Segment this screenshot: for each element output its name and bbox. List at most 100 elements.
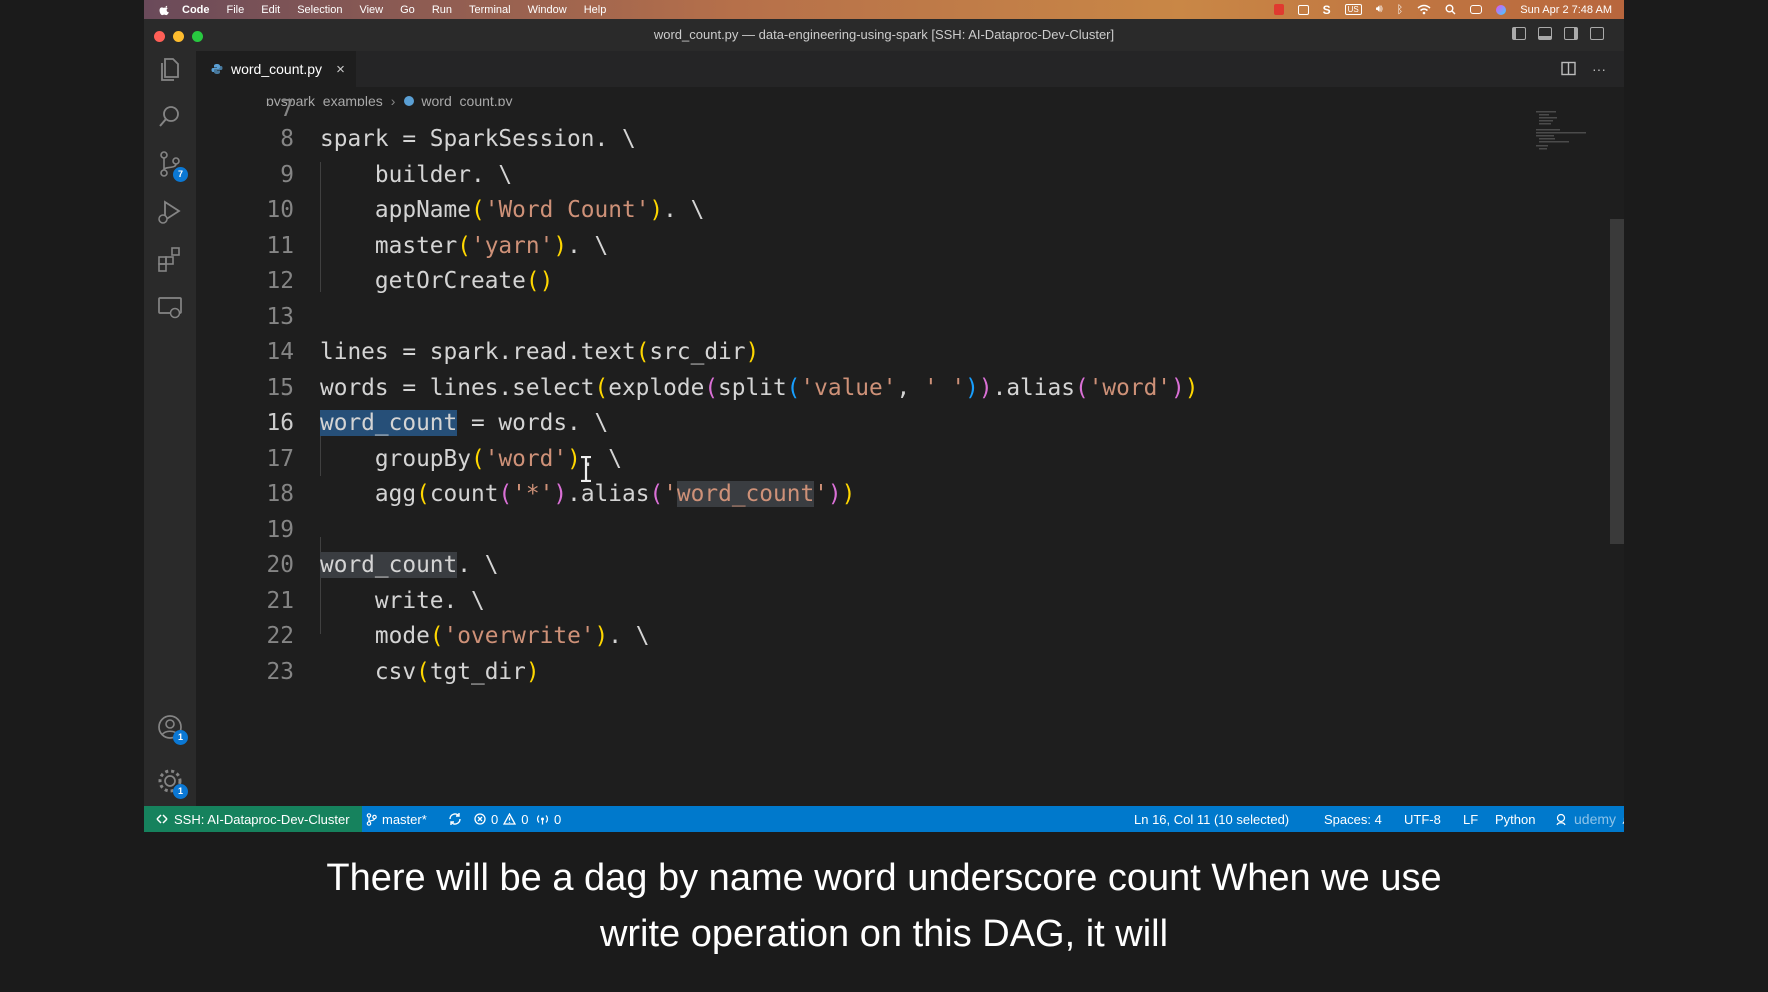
language-mode[interactable]: Python (1495, 806, 1535, 832)
line-number: 14 (266, 339, 294, 365)
indentation-setting[interactable]: Spaces: 4 (1324, 806, 1382, 832)
ports-count: 0 (554, 811, 562, 827)
source-control-badge: 7 (173, 167, 188, 182)
editor-tabs: word_count.py × ··· (196, 51, 1624, 87)
git-branch-icon (366, 812, 377, 826)
siri-icon[interactable] (1496, 4, 1507, 15)
error-icon (474, 813, 486, 825)
vertical-scrollbar[interactable] (1610, 219, 1624, 544)
encoding-setting[interactable]: UTF-8 (1404, 806, 1441, 832)
line-number: 11 (266, 233, 294, 259)
tab-word-count-py[interactable]: word_count.py × (196, 51, 356, 87)
code-line: 18 agg(count('*').alias('word_count')) (196, 477, 1566, 512)
search-icon[interactable] (156, 103, 184, 131)
extensions-icon[interactable] (156, 245, 184, 273)
run-debug-icon[interactable] (156, 198, 184, 226)
record-icon[interactable] (1273, 4, 1284, 15)
problems-indicator[interactable]: 0 0 (474, 806, 528, 832)
remote-indicator[interactable]: SSH: AI-Dataproc-Dev-Cluster (144, 806, 362, 832)
remote-explorer-icon[interactable] (156, 293, 184, 321)
menu-view[interactable]: View (359, 4, 383, 16)
code-line: 14 lines = spark.read.text(src_dir) (196, 335, 1566, 370)
menu-code[interactable]: Code (182, 4, 210, 16)
menu-edit[interactable]: Edit (261, 4, 280, 16)
caption-line-2: write operation on this DAG, it will (599, 913, 1169, 955)
customize-layout-icon[interactable] (1590, 27, 1604, 40)
udemy-watermark: udemy (1574, 811, 1617, 827)
explorer-icon[interactable] (156, 55, 184, 83)
line-number: 8 (280, 126, 294, 152)
code-line: 20 word_count. \ (196, 548, 1566, 583)
accounts-badge: 1 (173, 730, 188, 745)
close-tab-icon[interactable]: × (336, 61, 345, 78)
title-bar: word_count.py — data-engineering-using-s… (144, 19, 1624, 51)
cursor-position[interactable]: Ln 16, Col 11 (10 selected) (1134, 806, 1289, 832)
tab-label: word_count.py (231, 61, 323, 77)
minimap[interactable] (1536, 110, 1606, 150)
menubar-datetime[interactable]: Sun Apr 2 7:48 AM (1520, 4, 1612, 16)
keyboard-us-icon[interactable]: US (1344, 4, 1362, 15)
volume-icon[interactable]: 🔊︎ (1376, 3, 1383, 16)
code-line: 22 mode('overwrite'). \ (196, 619, 1566, 654)
settings-gear-icon[interactable]: 1 (156, 767, 188, 799)
split-editor-icon[interactable] (1561, 61, 1576, 76)
code-line: 9 builder. \ (196, 158, 1566, 193)
bluetooth-icon[interactable]: ᛒ (1397, 4, 1404, 16)
code-line: 23 csv(tgt_dir) (196, 655, 1566, 690)
control-center-icon[interactable] (1470, 5, 1483, 14)
settings-badge: 1 (173, 784, 188, 799)
caption-line-1: There will be a dag by name word undersc… (326, 857, 1442, 899)
toggle-panel-icon[interactable] (1538, 27, 1552, 40)
feedback-icon[interactable] (1556, 813, 1569, 826)
ports-icon (537, 815, 548, 825)
toggle-primary-sidebar-icon[interactable] (1512, 27, 1526, 40)
code-editor[interactable]: 7 8 spark = SparkSession. \ 9 builder. \ … (196, 96, 1566, 806)
macos-menubar: Code File Edit Selection View Go Run Ter… (144, 0, 1624, 19)
layout-controls (1512, 27, 1604, 40)
source-control-icon[interactable]: 7 (156, 150, 188, 182)
text-icon[interactable] (1297, 4, 1309, 15)
ports-indicator[interactable]: 0 (536, 806, 561, 832)
line-number: 9 (280, 162, 294, 188)
more-actions-icon[interactable]: ··· (1592, 61, 1606, 77)
line-number: 19 (266, 517, 294, 543)
line-number: 10 (266, 197, 294, 223)
wifi-icon[interactable] (1417, 4, 1431, 15)
code-line: 8 spark = SparkSession. \ (196, 122, 1566, 157)
line-number: 20 (266, 552, 294, 578)
line-number: 15 (266, 375, 294, 401)
code-line: 13 (196, 300, 1566, 335)
menu-terminal[interactable]: Terminal (469, 4, 511, 16)
s-icon[interactable]: S (1323, 3, 1331, 17)
accounts-icon[interactable]: 1 (156, 713, 188, 745)
status-extras: udemy (1556, 806, 1624, 832)
line-number: 17 (266, 446, 294, 472)
sync-icon (449, 813, 461, 825)
sync-button[interactable] (448, 806, 462, 832)
menu-window[interactable]: Window (528, 4, 567, 16)
search-icon[interactable] (1445, 4, 1456, 15)
code-line: 11 master('yarn'). \ (196, 229, 1566, 264)
code-line: 10 appName('Word Count'). \ (196, 193, 1566, 228)
code-line: 21 write. \ (196, 584, 1566, 619)
apple-icon[interactable] (158, 4, 172, 16)
line-number: 12 (266, 268, 294, 294)
toggle-secondary-sidebar-icon[interactable] (1564, 27, 1578, 40)
eol-setting[interactable]: LF (1463, 806, 1478, 832)
activity-bar: 7 1 1 (144, 51, 196, 806)
line-number: 18 (266, 481, 294, 507)
warning-icon (503, 813, 517, 825)
notifications-icon[interactable] (1621, 813, 1624, 826)
line-number: 16 (266, 410, 294, 436)
warning-count: 0 (521, 811, 529, 827)
menu-run[interactable]: Run (432, 4, 452, 16)
error-count: 0 (491, 811, 499, 827)
menu-selection[interactable]: Selection (297, 4, 342, 16)
menu-go[interactable]: Go (400, 4, 415, 16)
branch-indicator[interactable]: master* (366, 806, 427, 832)
code-line: 12 getOrCreate() (196, 264, 1566, 299)
line-number: 23 (266, 659, 294, 685)
menu-help[interactable]: Help (584, 4, 607, 16)
remote-icon (156, 814, 168, 824)
menu-file[interactable]: File (227, 4, 245, 16)
